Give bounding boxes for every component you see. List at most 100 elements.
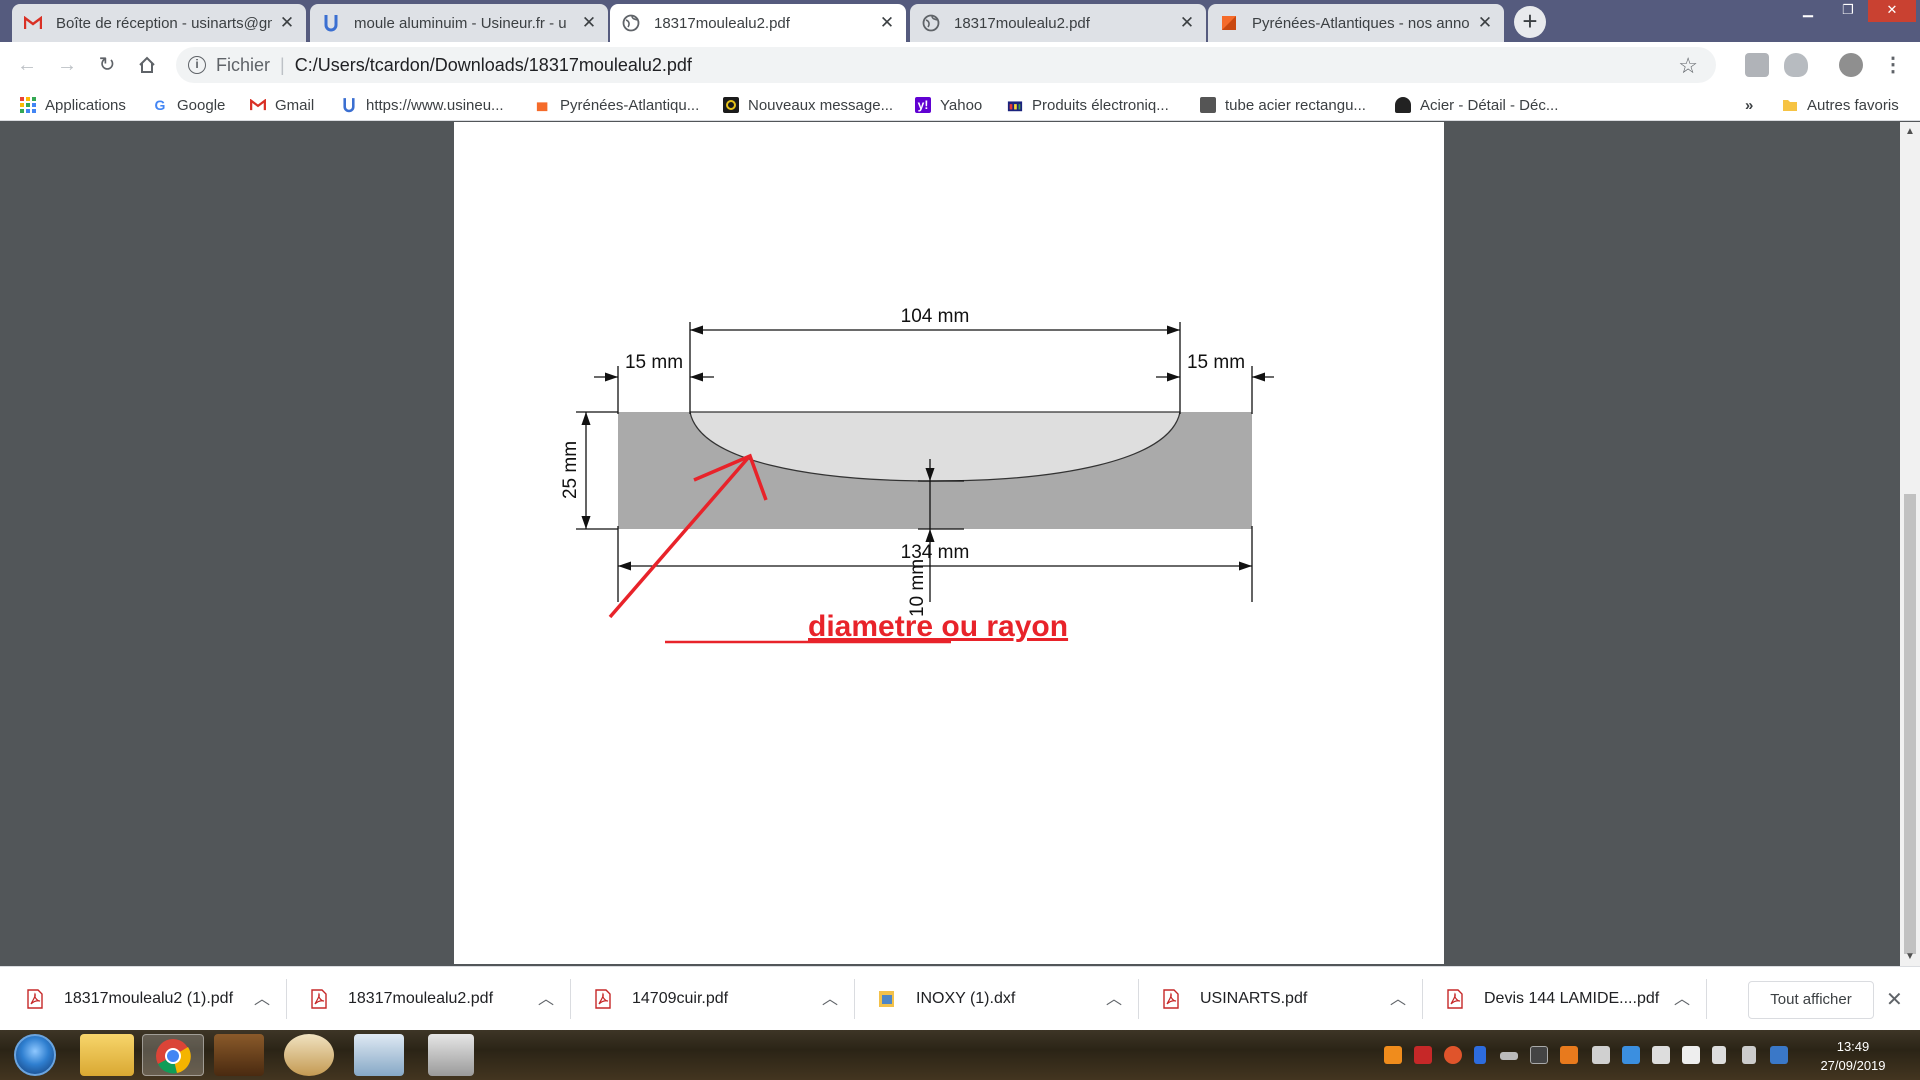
address-bar[interactable]: i Fichier | C:/Users/tcardon/Downloads/1…: [176, 47, 1716, 83]
download-item[interactable]: 18317moulealu2 (1).pdf ︿: [26, 981, 270, 1017]
bookmark-steel-detail[interactable]: Acier - Détail - Déc...: [1395, 94, 1558, 116]
bookmark-yahoo[interactable]: y! Yahoo: [915, 94, 982, 116]
chevron-up-icon[interactable]: ︿: [1674, 985, 1690, 1009]
shop-icon: [1007, 97, 1023, 113]
address-url: C:/Users/tcardon/Downloads/18317moulealu…: [294, 54, 692, 75]
bookmark-gmail[interactable]: Gmail: [250, 94, 314, 116]
other-bookmarks-folder[interactable]: Autres favoris: [1782, 94, 1899, 116]
bluetooth-icon[interactable]: [1474, 1046, 1486, 1064]
home-button[interactable]: [132, 50, 162, 80]
start-button[interactable]: [14, 1034, 56, 1076]
bookmark-label: Acier - Détail - Déc...: [1420, 96, 1559, 114]
vertical-scrollbar[interactable]: ▲ ▼: [1900, 122, 1920, 966]
close-window-button[interactable]: ✕: [1868, 0, 1916, 22]
bookmark-leboncoin[interactable]: Pyrénées-Atlantiqu...: [535, 94, 699, 116]
download-item[interactable]: Devis 144 LAMIDE....pdf ︿: [1446, 981, 1690, 1017]
download-item[interactable]: 18317moulealu2.pdf ︿: [310, 981, 554, 1017]
close-downloads-icon[interactable]: ✕: [1886, 987, 1903, 1012]
download-filename: 14709cuir.pdf: [632, 990, 729, 1007]
bookmark-star-icon[interactable]: ☆: [1678, 53, 1698, 79]
tray-app-icon[interactable]: [1384, 1046, 1402, 1064]
calculator-taskbar-icon[interactable]: [428, 1034, 474, 1076]
close-tab-icon[interactable]: ✕: [1178, 13, 1196, 33]
download-filename: 18317moulealu2.pdf: [348, 990, 494, 1007]
browser-toolbar: ← → ↻ i Fichier | C:/Users/tcardon/Downl…: [0, 42, 1920, 88]
bookmarks-more-button[interactable]: »: [1745, 94, 1753, 116]
tray-app-icon[interactable]: [1770, 1046, 1788, 1064]
site-icon: [1200, 97, 1216, 113]
tab-strip: Boîte de réception - usinarts@gm ✕ moule…: [0, 0, 1920, 42]
apps-grid-icon: [20, 97, 36, 113]
tab-pdf-active[interactable]: 18317moulealu2.pdf ✕: [610, 4, 906, 42]
bookmark-label: tube acier rectangu...: [1225, 96, 1366, 114]
download-item[interactable]: INOXY (1).dxf ︿: [878, 981, 1122, 1017]
scrollbar-thumb[interactable]: [1904, 494, 1916, 954]
signal-icon[interactable]: [1742, 1046, 1756, 1064]
reload-button[interactable]: ↻: [92, 50, 122, 80]
chrome-taskbar-icon[interactable]: [142, 1034, 204, 1076]
forum-icon: [723, 97, 739, 113]
tray-app-icon[interactable]: [1560, 1046, 1578, 1064]
bookmark-usineur[interactable]: https://www.usineu...: [341, 94, 504, 116]
bookmark-label: https://www.usineu...: [366, 96, 504, 114]
close-tab-icon[interactable]: ✕: [580, 13, 598, 33]
close-tab-icon[interactable]: ✕: [878, 13, 896, 33]
bookmarks-bar: Applications G Google Gmail https://www.…: [0, 88, 1920, 121]
tray-app-icon[interactable]: [1592, 1046, 1610, 1064]
bookmark-electronics[interactable]: Produits électroniq...: [1007, 94, 1169, 116]
download-item[interactable]: 14709cuir.pdf ︿: [594, 981, 838, 1017]
bookmark-label: Google: [177, 96, 226, 114]
chevron-up-icon[interactable]: ︿: [822, 985, 838, 1009]
close-tab-icon[interactable]: ✕: [1476, 13, 1494, 33]
bookmark-label: Applications: [45, 96, 126, 114]
bookmark-messages[interactable]: Nouveaux message...: [723, 94, 893, 116]
profile-avatar[interactable]: [1839, 53, 1863, 77]
tray-acrobat-icon[interactable]: [1414, 1046, 1432, 1064]
tab-pdf[interactable]: 18317moulealu2.pdf ✕: [910, 4, 1206, 42]
chevron-up-icon[interactable]: ︿: [1106, 985, 1122, 1009]
clock-date: 27/09/2019: [1820, 1058, 1886, 1073]
chevron-up-icon[interactable]: ︿: [254, 985, 270, 1009]
download-filename: INOXY (1).dxf: [916, 990, 1016, 1007]
explorer-taskbar-icon[interactable]: [80, 1034, 134, 1076]
system-clock[interactable]: 13:49 27/09/2019: [1808, 1037, 1898, 1075]
forward-button[interactable]: →: [52, 50, 82, 80]
tab-gmail-inbox[interactable]: Boîte de réception - usinarts@gm ✕: [12, 4, 306, 42]
bookmark-steel-tube[interactable]: tube acier rectangu...: [1200, 94, 1366, 116]
bookmark-google[interactable]: G Google: [152, 94, 226, 116]
show-all-downloads-button[interactable]: Tout afficher: [1748, 981, 1874, 1019]
back-button[interactable]: ←: [12, 50, 42, 80]
chevron-up-icon[interactable]: ︿: [538, 985, 554, 1009]
google-icon: G: [154, 97, 166, 113]
address-separator: |: [280, 54, 285, 75]
volume-icon[interactable]: [1712, 1046, 1726, 1064]
bookmark-applications[interactable]: Applications: [20, 94, 126, 116]
tray-app-icon[interactable]: [1530, 1046, 1548, 1064]
pdf-icon: [26, 989, 44, 1009]
info-icon[interactable]: i: [188, 56, 206, 74]
close-tab-icon[interactable]: ✕: [278, 13, 296, 33]
tray-app-icon[interactable]: [1682, 1046, 1700, 1064]
shield-extension-icon[interactable]: [1784, 53, 1808, 77]
tray-app-icon[interactable]: [1444, 1046, 1462, 1064]
tray-app-icon[interactable]: [1500, 1052, 1518, 1060]
paint-taskbar-icon[interactable]: [284, 1034, 334, 1076]
menu-kebab-icon[interactable]: ⋮: [1878, 50, 1908, 80]
notes-taskbar-icon[interactable]: [354, 1034, 404, 1076]
tray-network-icon[interactable]: [1652, 1046, 1670, 1064]
app-taskbar-icon[interactable]: [214, 1034, 264, 1076]
bookmark-label: Pyrénées-Atlantiqu...: [560, 96, 700, 114]
minimize-button[interactable]: ▁: [1788, 0, 1828, 22]
technical-drawing: 104 mm 15 mm 15 mm 25 mm 134 mm 10 mm di…: [560, 306, 1274, 644]
scroll-down-icon[interactable]: ▼: [1900, 951, 1920, 962]
tab-usineur[interactable]: moule aluminuim - Usineur.fr - u ✕: [310, 4, 608, 42]
download-item[interactable]: USINARTS.pdf ︿: [1162, 981, 1406, 1017]
tab-leboncoin[interactable]: Pyrénées-Atlantiques - nos anno ✕: [1208, 4, 1504, 42]
chevron-up-icon[interactable]: ︿: [1390, 985, 1406, 1009]
dim-top-label: 104 mm: [901, 306, 970, 327]
new-tab-button[interactable]: +: [1514, 6, 1546, 38]
tray-app-icon[interactable]: [1622, 1046, 1640, 1064]
maximize-button[interactable]: ❐: [1830, 0, 1866, 22]
acrobat-extension-icon[interactable]: [1745, 53, 1769, 77]
scroll-up-icon[interactable]: ▲: [1900, 126, 1920, 137]
